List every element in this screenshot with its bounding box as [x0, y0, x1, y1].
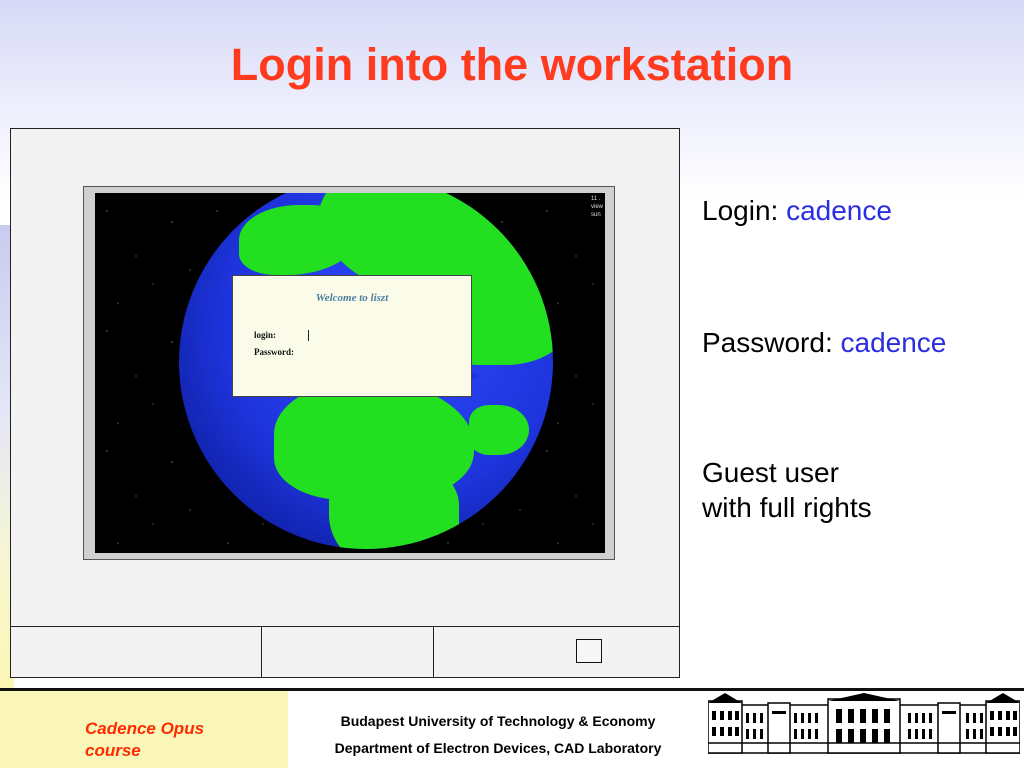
monitor-bezel: 11 . view sun Welcome to liszt login: Pa…: [83, 186, 615, 560]
welcome-text: Welcome to liszt: [315, 292, 389, 304]
power-button-icon: [576, 639, 602, 663]
password-info: Password: cadence: [702, 329, 946, 357]
password-info-label: Password:: [702, 327, 833, 358]
monitor-illustration: 11 . view sun Welcome to liszt login: Pa…: [10, 128, 680, 678]
password-field-label: Password:: [254, 347, 294, 357]
guest-info: Guest user with full rights: [702, 455, 872, 525]
department-name: Department of Electron Devices, CAD Labo…: [334, 740, 662, 756]
login-info-label: Login:: [702, 195, 779, 226]
login-field-label: login:: [254, 330, 277, 340]
monitor-base-panel: [11, 626, 679, 678]
login-dialog: Welcome to liszt login: Password:: [232, 275, 472, 397]
login-input-cursor[interactable]: [308, 330, 309, 341]
university-name: Budapest University of Technology & Econ…: [340, 713, 656, 729]
course-name: Cadence Opus course: [85, 718, 204, 762]
guest-info-line: with full rights: [702, 492, 872, 523]
corner-line: 11 .: [590, 196, 601, 202]
slide-title: Login into the workstation: [230, 39, 794, 90]
screen-corner-text: 11 . view sun: [591, 195, 603, 219]
panel-divider: [433, 627, 434, 678]
corner-line: view: [590, 204, 603, 210]
login-info: Login: cadence: [702, 197, 892, 225]
panel-divider: [261, 627, 262, 678]
password-info-value: cadence: [840, 327, 947, 358]
course-line: Cadence Opus: [85, 719, 205, 738]
monitor-screen: 11 . view sun Welcome to liszt login: Pa…: [95, 193, 605, 553]
login-info-value: cadence: [786, 195, 892, 226]
course-line: course: [85, 741, 141, 760]
corner-line: sun: [590, 212, 601, 218]
university-building-logo: [708, 693, 1020, 754]
guest-info-line: Guest user: [702, 457, 839, 488]
